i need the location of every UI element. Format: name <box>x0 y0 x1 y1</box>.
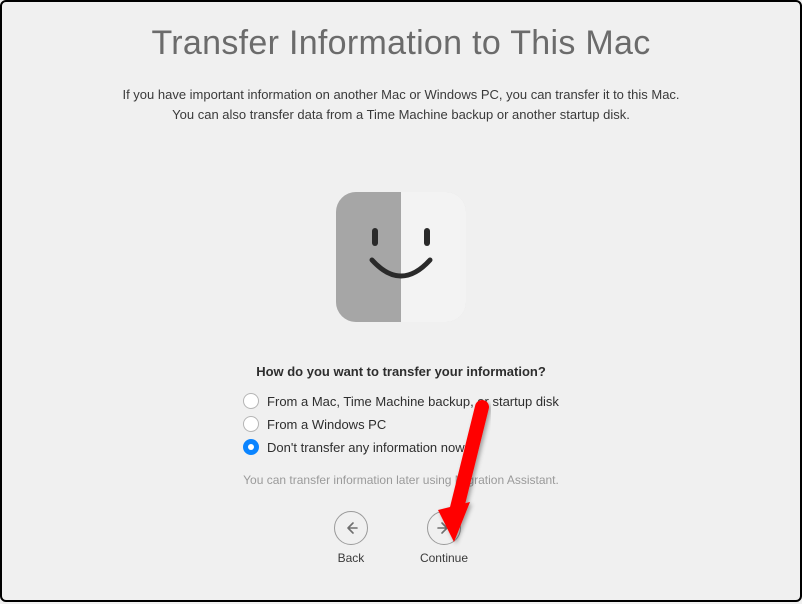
transfer-options: From a Mac, Time Machine backup, or star… <box>243 393 559 455</box>
transfer-question: How do you want to transfer your informa… <box>256 364 546 379</box>
page-subtitle: If you have important information on ano… <box>122 85 679 124</box>
nav-buttons: Back Continue <box>334 511 468 565</box>
hint-text: You can transfer information later using… <box>243 473 559 487</box>
option-label: Don't transfer any information now <box>267 440 465 455</box>
option-label: From a Windows PC <box>267 417 386 432</box>
finder-icon <box>336 192 466 322</box>
continue-button[interactable]: Continue <box>420 511 468 565</box>
radio-icon <box>243 439 259 455</box>
option-dont-transfer[interactable]: Don't transfer any information now <box>243 439 465 455</box>
arrow-right-icon <box>427 511 461 545</box>
option-from-mac[interactable]: From a Mac, Time Machine backup, or star… <box>243 393 559 409</box>
radio-icon <box>243 416 259 432</box>
subtitle-line-2: You can also transfer data from a Time M… <box>172 107 630 122</box>
back-button[interactable]: Back <box>334 511 368 565</box>
radio-icon <box>243 393 259 409</box>
option-label: From a Mac, Time Machine backup, or star… <box>267 394 559 409</box>
arrow-left-icon <box>334 511 368 545</box>
subtitle-line-1: If you have important information on ano… <box>122 87 679 102</box>
option-from-windows[interactable]: From a Windows PC <box>243 416 386 432</box>
continue-label: Continue <box>420 551 468 565</box>
back-label: Back <box>338 551 365 565</box>
page-title: Transfer Information to This Mac <box>152 24 651 63</box>
